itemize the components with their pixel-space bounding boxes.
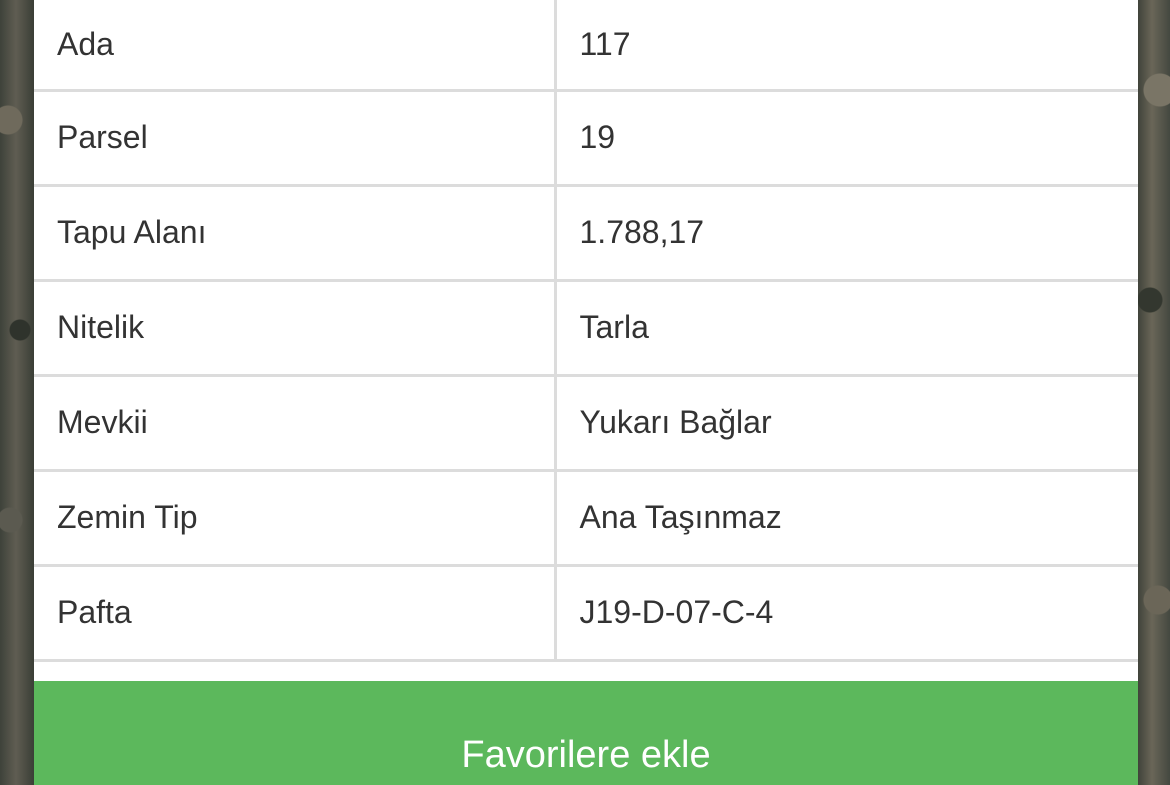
- parcel-info-panel: Ada 117 Parsel 19 Tapu Alanı 1.788,17 Ni…: [34, 0, 1138, 785]
- row-value-nitelik: Tarla: [553, 278, 1138, 377]
- table-row: Pafta J19-D-07-C-4: [34, 563, 1138, 662]
- row-value-parsel: 19: [553, 88, 1138, 187]
- row-value-mevkii: Yukarı Bağlar: [553, 373, 1138, 472]
- add-to-favorites-button[interactable]: Favorilere ekle: [34, 681, 1138, 785]
- table-row: Parsel 19: [34, 88, 1138, 187]
- row-value-pafta: J19-D-07-C-4: [553, 563, 1138, 662]
- parcel-info-table: Ada 117 Parsel 19 Tapu Alanı 1.788,17 Ni…: [34, 0, 1138, 662]
- row-label-parsel: Parsel: [34, 88, 557, 187]
- table-row: Nitelik Tarla: [34, 278, 1138, 377]
- table-row: Tapu Alanı 1.788,17: [34, 183, 1138, 282]
- row-label-mevkii: Mevkii: [34, 373, 557, 472]
- table-row: Mevkii Yukarı Bağlar: [34, 373, 1138, 472]
- table-row: Ada 117: [34, 0, 1138, 92]
- row-value-ada: 117: [553, 0, 1138, 92]
- row-value-zemin-tip: Ana Taşınmaz: [553, 468, 1138, 567]
- row-label-zemin-tip: Zemin Tip: [34, 468, 557, 567]
- table-row: Zemin Tip Ana Taşınmaz: [34, 468, 1138, 567]
- row-value-tapu-alani: 1.788,17: [553, 183, 1138, 282]
- row-label-tapu-alani: Tapu Alanı: [34, 183, 557, 282]
- row-label-ada: Ada: [34, 0, 557, 92]
- row-label-nitelik: Nitelik: [34, 278, 557, 377]
- row-label-pafta: Pafta: [34, 563, 557, 662]
